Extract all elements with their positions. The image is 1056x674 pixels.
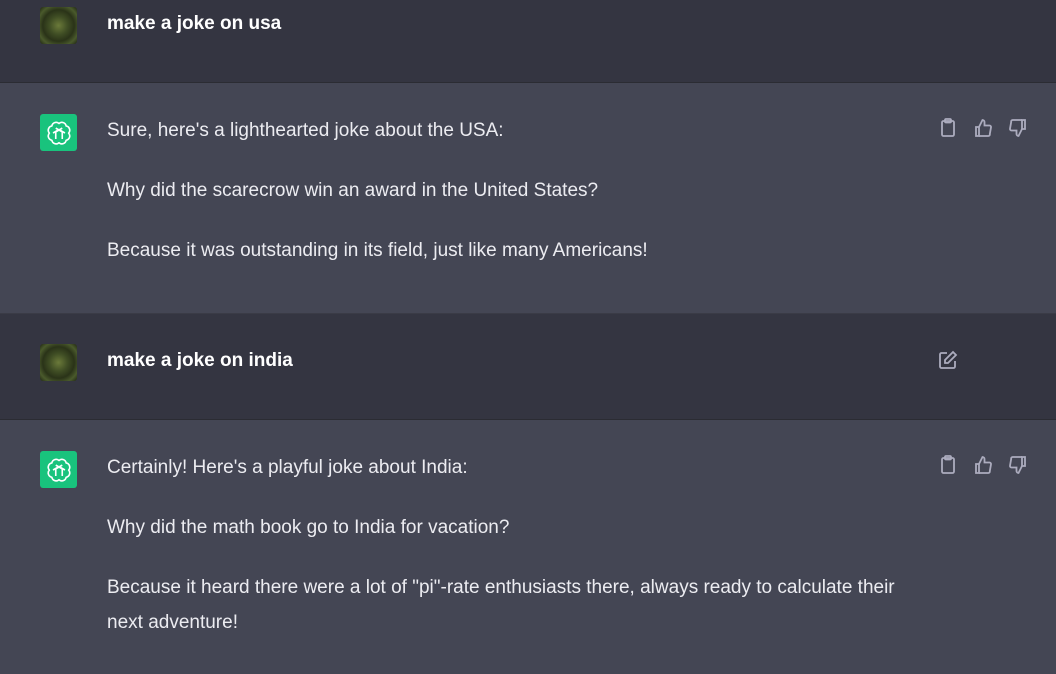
chatgpt-logo-icon: [40, 114, 77, 151]
assistant-paragraph: Why did the math book go to India for va…: [107, 517, 510, 538]
assistant-message: Sure, here's a lighthearted joke about t…: [0, 83, 1056, 314]
user-message: make a joke on usa: [0, 0, 1056, 83]
thumbs-up-icon[interactable]: [973, 118, 993, 138]
thumbs-down-icon[interactable]: [1008, 118, 1028, 138]
user-message-text: make a joke on india: [107, 350, 293, 371]
message-actions: [938, 118, 1028, 138]
edit-icon[interactable]: [938, 350, 958, 370]
user-avatar-icon: [40, 7, 77, 44]
assistant-paragraph: Because it heard there were a lot of "pi…: [107, 577, 895, 633]
thumbs-up-icon[interactable]: [973, 455, 993, 475]
chatgpt-logo-icon: [40, 451, 77, 488]
assistant-paragraph: Certainly! Here's a playful joke about I…: [107, 457, 468, 478]
user-message: make a joke on india: [0, 314, 1056, 420]
user-avatar-icon: [40, 344, 77, 381]
user-message-text: make a joke on usa: [107, 13, 282, 34]
thumbs-down-icon[interactable]: [1008, 455, 1028, 475]
assistant-paragraph: Because it was outstanding in its field,…: [107, 240, 648, 261]
assistant-message: Certainly! Here's a playful joke about I…: [0, 420, 1056, 674]
message-actions: [938, 455, 1028, 475]
assistant-paragraph: Sure, here's a lighthearted joke about t…: [107, 120, 504, 141]
message-actions: [938, 350, 958, 370]
assistant-message-body: Sure, here's a lighthearted joke about t…: [107, 113, 907, 268]
chat-thread: make a joke on usa Sure, here's a lighth…: [0, 0, 1056, 674]
clipboard-icon[interactable]: [938, 455, 958, 475]
clipboard-icon[interactable]: [938, 118, 958, 138]
assistant-message-body: Certainly! Here's a playful joke about I…: [107, 450, 907, 640]
assistant-paragraph: Why did the scarecrow win an award in th…: [107, 180, 599, 201]
